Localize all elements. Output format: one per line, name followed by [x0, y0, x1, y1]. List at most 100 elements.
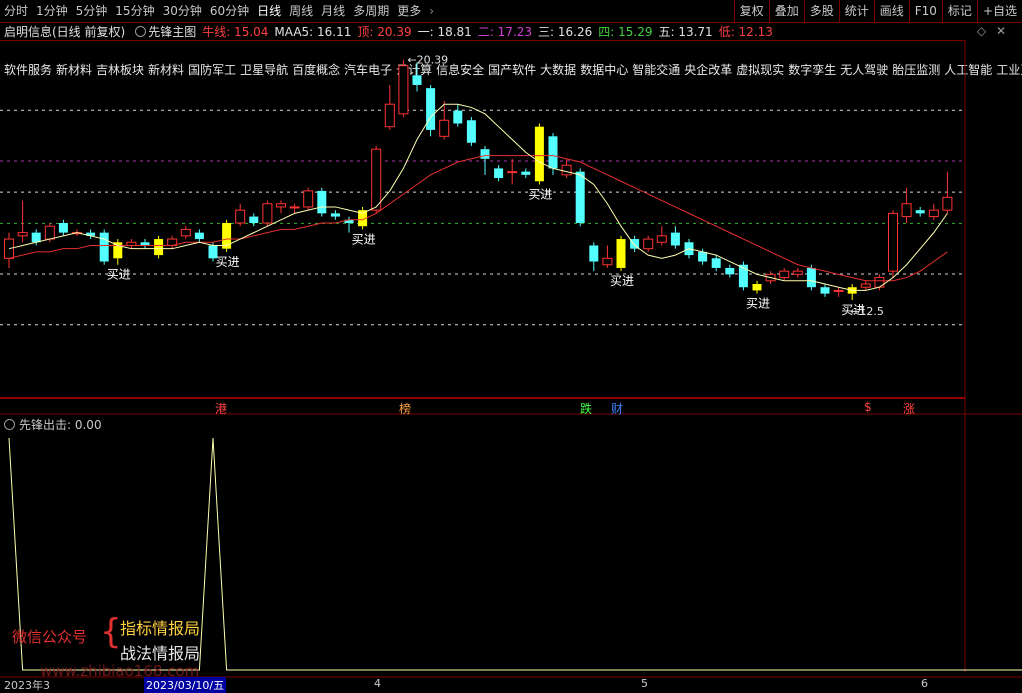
news-marker[interactable]: 港	[215, 400, 227, 417]
candle	[222, 219, 232, 252]
concept-tag[interactable]: 数据中心	[580, 63, 628, 77]
concept-tag[interactable]: 工业互联	[996, 63, 1022, 77]
candle	[86, 229, 96, 240]
timeframe-tab-10[interactable]: 更多	[393, 0, 425, 22]
candle-body	[928, 209, 939, 218]
candle	[113, 239, 123, 265]
buy-signal-label: 买进	[841, 303, 865, 317]
timeframe-tab-0[interactable]: 分时	[0, 0, 32, 22]
right-tool-0[interactable]: 复权	[733, 0, 769, 22]
sub-indicator-toggle-icon[interactable]	[4, 418, 15, 430]
concept-tag[interactable]: 百度概念	[292, 63, 340, 77]
candle-body	[44, 225, 55, 240]
candle	[888, 210, 898, 278]
concept-tag[interactable]: 国防军工	[188, 63, 236, 77]
concept-tag[interactable]: 央企改革	[684, 63, 732, 77]
timeframe-tab-6[interactable]: 日线	[253, 0, 285, 22]
candle-body	[113, 242, 123, 259]
low-price-label: ←12.5	[850, 305, 884, 318]
news-marker[interactable]: 涨	[903, 400, 915, 417]
candle-body	[534, 126, 544, 182]
candle	[317, 187, 327, 217]
right-tool-6[interactable]: 标记	[941, 0, 977, 22]
concept-tag[interactable]: 云计算	[396, 63, 432, 77]
indicator-value-8: 低: 12.13	[718, 24, 773, 39]
close-icon[interactable]: ✕	[996, 24, 1006, 38]
news-marker[interactable]: 榜	[399, 400, 411, 417]
candle-body	[820, 287, 830, 294]
concept-tag[interactable]: 卫星导航	[240, 63, 288, 77]
candle	[58, 219, 68, 236]
date-m5: 5	[641, 677, 648, 690]
ma-line	[8, 155, 948, 282]
candle	[4, 232, 14, 268]
candle	[358, 206, 368, 230]
timeframe-tab-2[interactable]: 5分钟	[72, 0, 112, 22]
timeframe-tab-4[interactable]: 30分钟	[159, 0, 206, 22]
concept-tag[interactable]: 胎压监测	[892, 63, 940, 77]
candle	[711, 255, 721, 272]
timeframe-tab-7[interactable]: 周线	[285, 0, 317, 22]
candle	[765, 271, 776, 284]
candle-body	[670, 232, 680, 246]
candle	[262, 200, 273, 227]
more-arrow-icon[interactable]: ›	[425, 0, 438, 22]
timeframe-tabs: 分时 1分钟 5分钟 15分钟 30分钟 60分钟 日线 周线 月线 多周期 更多 ›	[0, 0, 438, 22]
right-tool-4[interactable]: 画线	[873, 0, 909, 22]
indicator-value-3: 一: 18.81	[417, 24, 472, 39]
news-marker[interactable]: 财	[611, 400, 623, 417]
timeframe-tab-5[interactable]: 60分钟	[206, 0, 253, 22]
candlestick-chart[interactable]: 买进买进买进买进买进买进 买进 ←20.39←12.5	[0, 0, 1022, 690]
right-tool-2[interactable]: 多股	[803, 0, 839, 22]
candle	[72, 229, 82, 236]
candle-body	[426, 88, 436, 130]
concept-tag[interactable]: 智能交通	[632, 63, 680, 77]
candle-body	[494, 168, 504, 179]
concept-tag[interactable]: 吉林板块	[96, 63, 144, 77]
date-axis: 2023年3 2023/03/10/五 4 5 6	[0, 677, 1022, 693]
indicator-name[interactable]: 先锋主图	[148, 23, 196, 40]
candle-body	[262, 203, 273, 224]
candle	[792, 267, 803, 278]
concept-tag[interactable]: 虚拟现实	[736, 63, 784, 77]
candle	[752, 280, 762, 294]
news-marker[interactable]: $	[864, 400, 872, 414]
candle	[656, 226, 667, 246]
candle-body	[792, 270, 803, 275]
candle-body	[888, 212, 898, 272]
right-tool-3[interactable]: 统计	[838, 0, 874, 22]
candle-body	[616, 239, 626, 268]
concept-tag[interactable]: 汽车电子	[344, 63, 392, 77]
timeframe-tab-8[interactable]: 月线	[317, 0, 349, 22]
right-tool-5[interactable]: F10	[908, 0, 942, 22]
indicator-toggle-icon[interactable]	[135, 25, 147, 37]
concept-tag[interactable]: 无人驾驶	[840, 63, 888, 77]
concept-tag[interactable]: 国产软件	[488, 63, 536, 77]
candle	[439, 101, 450, 140]
timeframe-tab-1[interactable]: 1分钟	[32, 0, 72, 22]
concept-tag[interactable]: 人工智能	[944, 63, 992, 77]
concept-tag[interactable]: 数字孪生	[788, 63, 836, 77]
concept-tag[interactable]: 大数据	[540, 63, 576, 77]
candle	[453, 104, 463, 127]
right-tool-1[interactable]: 叠加	[768, 0, 804, 22]
concept-tag[interactable]: 新材料	[56, 63, 92, 77]
candle	[942, 171, 953, 214]
concept-tag[interactable]: 信息安全	[436, 63, 484, 77]
concept-tag[interactable]: 新材料	[148, 63, 184, 77]
candle	[276, 200, 286, 214]
candle	[344, 216, 354, 233]
indicator-value-6: 四: 15.29	[598, 24, 653, 39]
concept-tag[interactable]: 软件服务	[4, 63, 52, 77]
watermark-left: 微信公众号	[12, 628, 88, 646]
timeframe-tab-3[interactable]: 15分钟	[111, 0, 158, 22]
candle-body	[99, 232, 109, 262]
news-marker[interactable]: 跌	[580, 400, 592, 417]
right-tool-7[interactable]: +自选	[976, 0, 1022, 22]
candle	[330, 210, 340, 220]
candle	[860, 280, 871, 291]
candle	[371, 145, 382, 214]
brace-glyph: {	[100, 612, 122, 652]
timeframe-tab-9[interactable]: 多周期	[349, 0, 393, 22]
diamond-icon[interactable]: ◇	[977, 24, 986, 38]
